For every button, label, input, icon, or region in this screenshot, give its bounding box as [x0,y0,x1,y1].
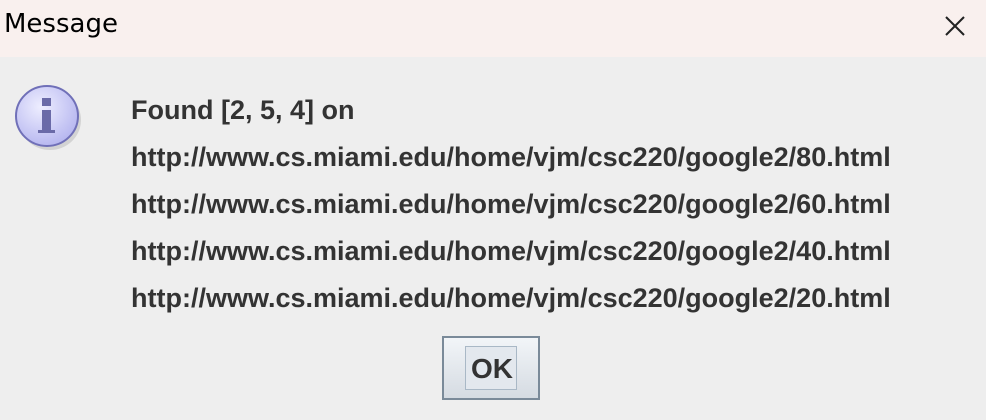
close-button[interactable] [938,9,972,43]
message-url: http://www.cs.miami.edu/home/vjm/csc220/… [131,142,891,172]
window-title: Message [4,9,118,39]
info-icon [14,84,82,152]
close-icon [945,16,965,36]
title-bar: Message [0,0,986,57]
message-url: http://www.cs.miami.edu/home/vjm/csc220/… [131,236,891,266]
ok-button[interactable]: OK [442,336,540,400]
ok-button-label: OK [471,353,513,384]
message-url: http://www.cs.miami.edu/home/vjm/csc220/… [131,283,891,313]
message-heading: Found [2, 5, 4] on [131,95,355,125]
message-text: Found [2, 5, 4] on http://www.cs.miami.e… [131,87,981,322]
message-url: http://www.cs.miami.edu/home/vjm/csc220/… [131,189,891,219]
ok-focus-ring: OK [465,346,517,390]
